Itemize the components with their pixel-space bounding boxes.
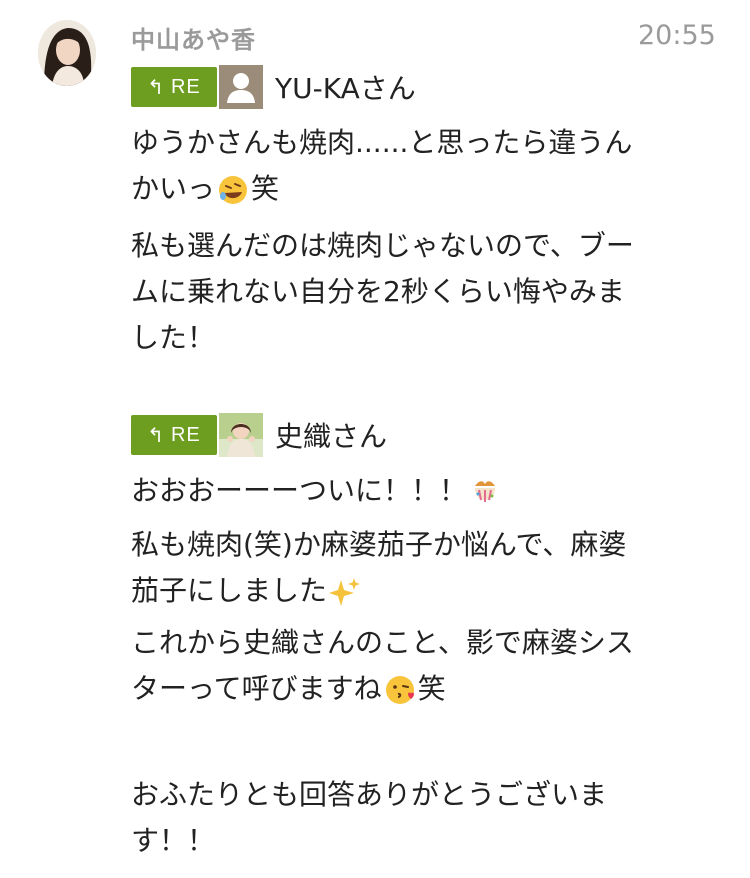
author-avatar[interactable]: [38, 20, 96, 86]
reply-2-paragraph-3: これから史織さんのこと、影で麻婆シス ターって呼びますね 笑: [131, 626, 634, 705]
reply-badge[interactable]: ↰ RE: [131, 67, 217, 107]
kissing-face-icon: [385, 676, 414, 704]
reply-2-paragraph-2: 私も焼肉(笑)か麻婆茄子か悩んで、麻婆 茄子にしました: [131, 528, 627, 607]
closing-paragraph: おふたりとも回答ありがとうございま す！！: [131, 778, 608, 857]
user-photo-avatar[interactable]: [219, 413, 263, 457]
reply-badge[interactable]: ↰ RE: [131, 415, 217, 455]
reply-header-shiori: ↰ RE 史織さん: [131, 413, 387, 457]
reply-1-paragraph-1: ゆうかさんも焼肉......と思ったら違うん かいっ 笑: [131, 126, 633, 205]
rolling-on-floor-laughing-icon: [219, 176, 248, 204]
sparkles-icon: [329, 578, 361, 606]
post-time: 20:55: [638, 20, 716, 51]
reply-1-paragraph-2: 私も選んだのは焼肉じゃないので、ブー ムに乗れない自分を2秒くらい悔やみま した…: [131, 229, 634, 354]
reply-header-yuka: ↰ RE YU-KAさん: [131, 65, 416, 109]
reply-target-name[interactable]: YU-KAさん: [275, 67, 416, 107]
confetti-ball-icon: [475, 481, 496, 502]
reply-target-name[interactable]: 史織さん: [275, 415, 387, 455]
author-name[interactable]: 中山あや香: [131, 20, 256, 55]
reply-arrow-icon: ↰: [147, 424, 165, 447]
default-user-avatar-icon[interactable]: [219, 65, 263, 109]
reply-arrow-icon: ↰: [147, 76, 165, 99]
reply-2-paragraph-1: おおおーーーついに！！！: [131, 468, 711, 514]
